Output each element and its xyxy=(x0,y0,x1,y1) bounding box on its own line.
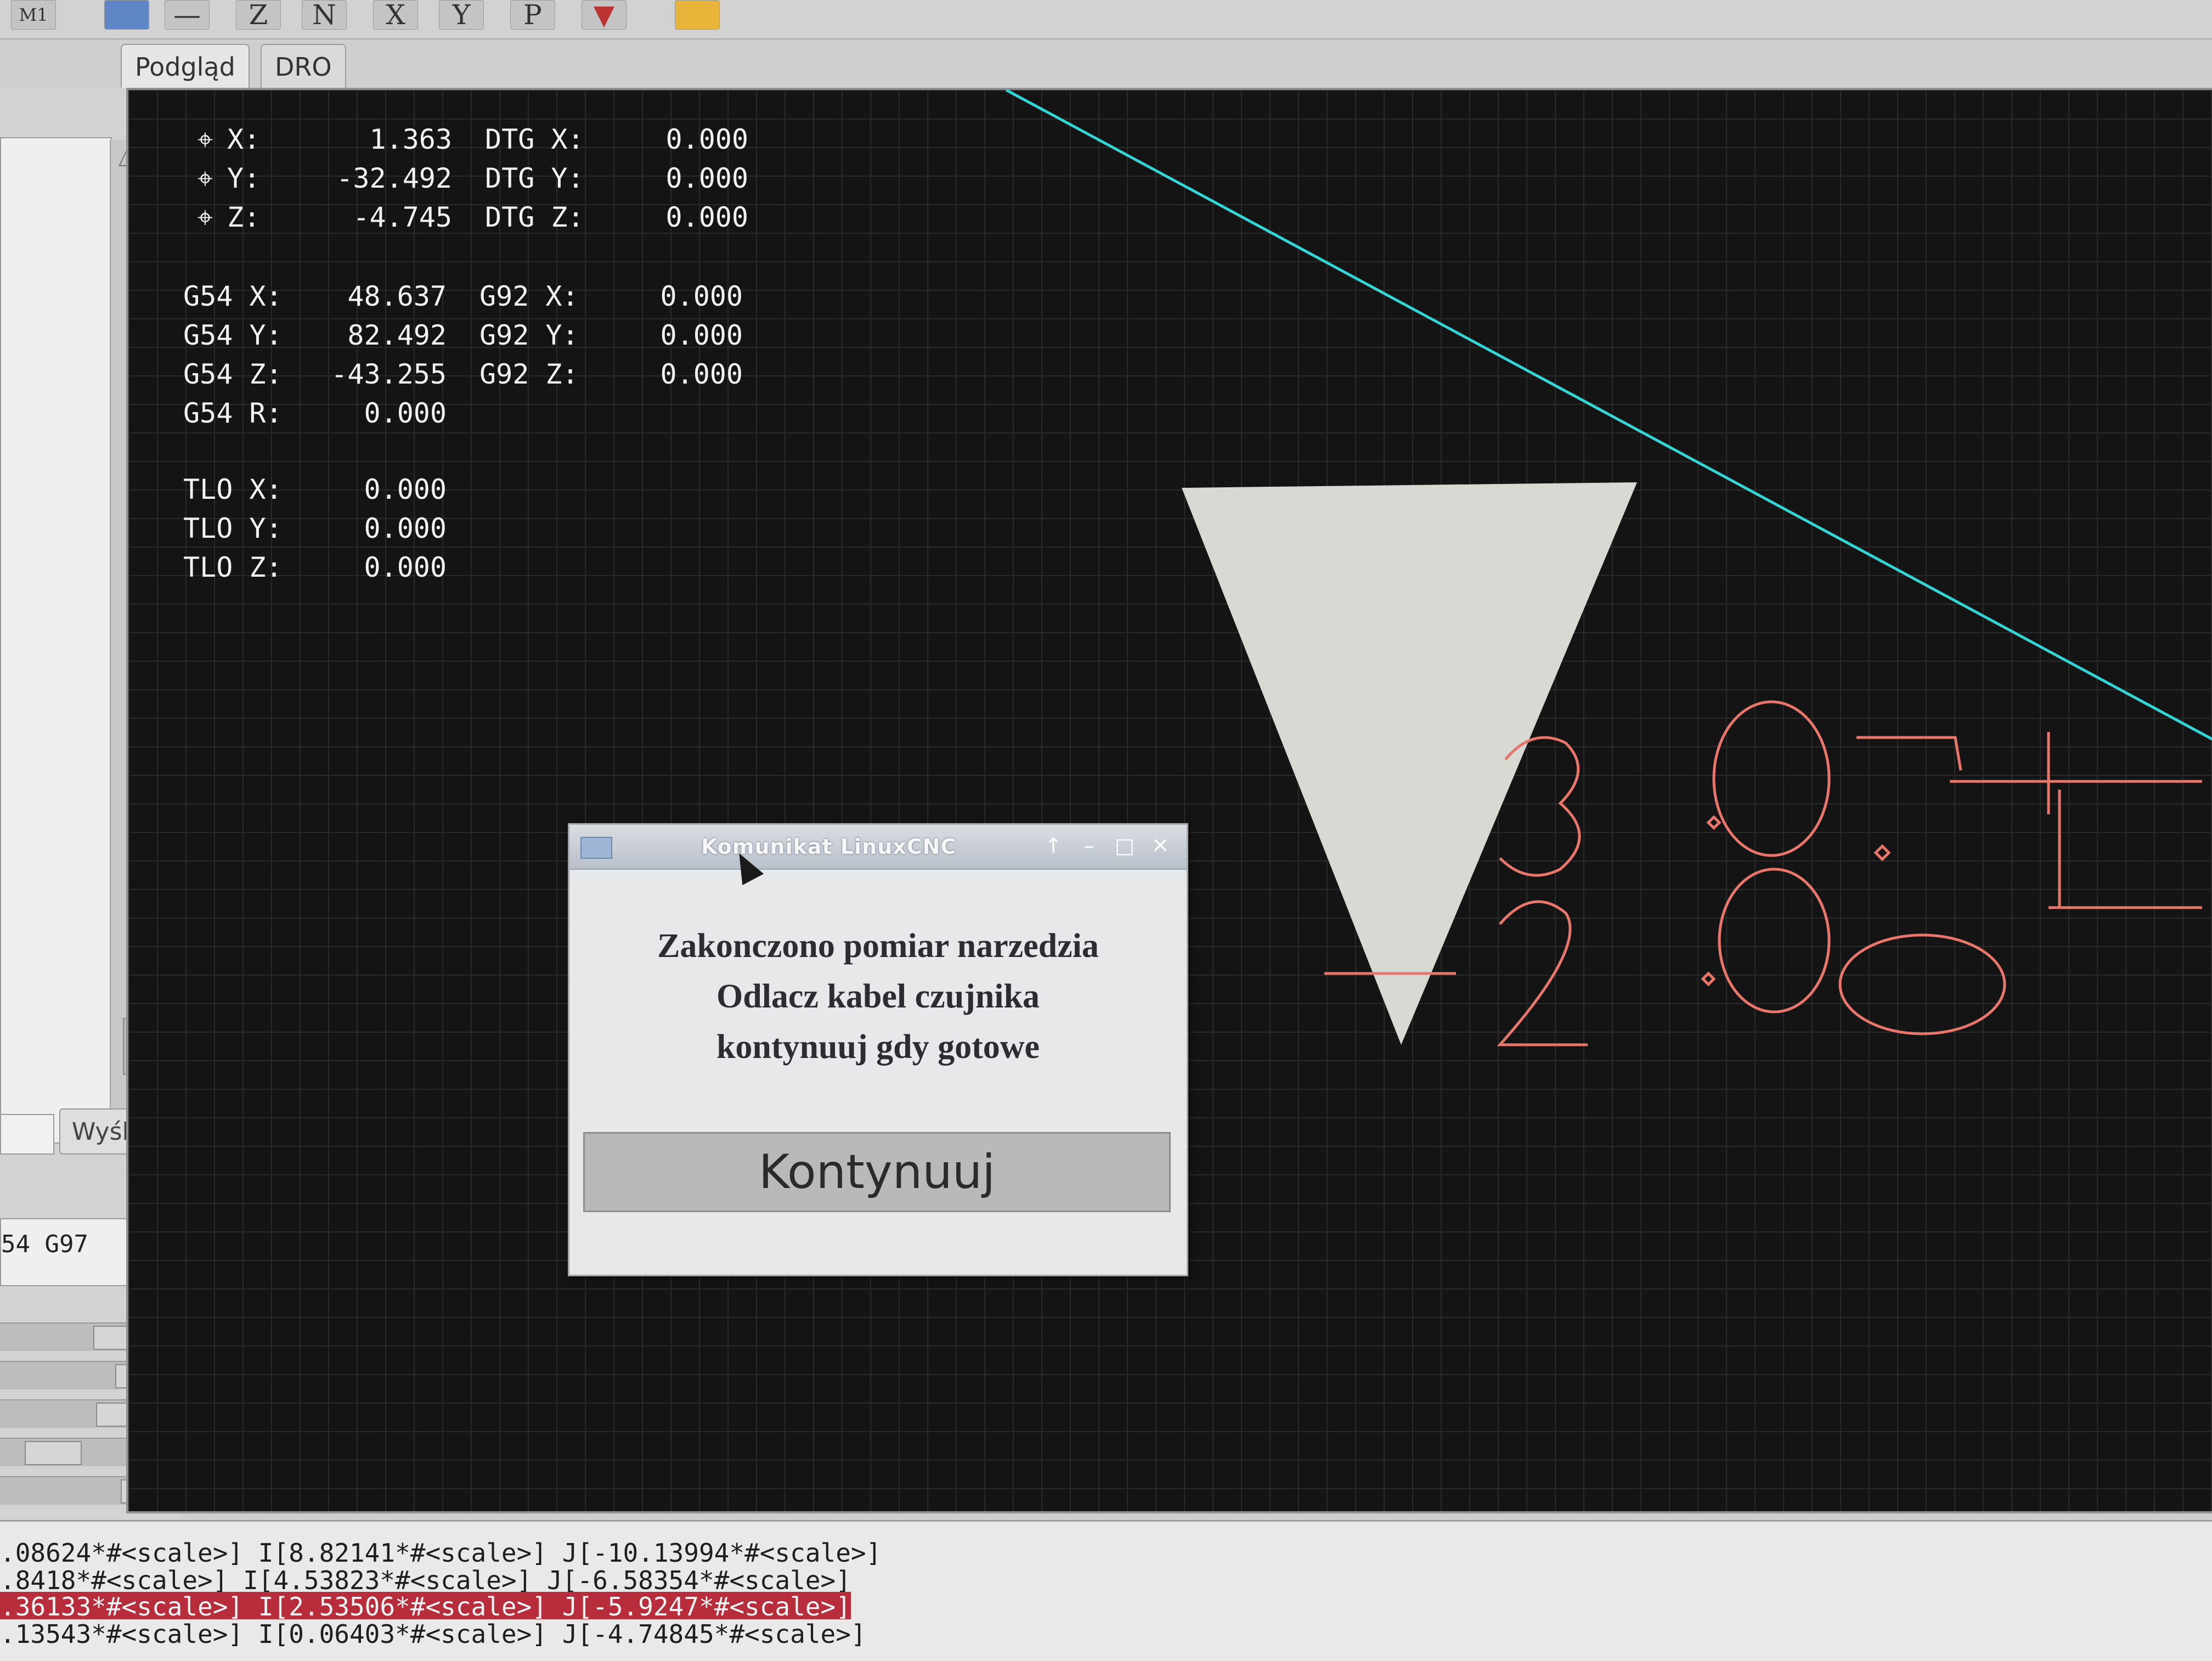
offset-label: G54 X: xyxy=(183,280,283,312)
m1-label: M1 xyxy=(19,4,48,25)
gcode-line[interactable]: .8418*#<scale>] I[4.53823*#<scale>] J[-6… xyxy=(0,1566,851,1595)
dro-row: TLO X: 0.000 xyxy=(183,470,748,509)
dro-row: G54 R: 0.000 xyxy=(183,394,748,433)
g92-value: 0.000 xyxy=(660,280,743,312)
g92-label: G92 Y: xyxy=(479,319,579,351)
offset-label: G54 Y: xyxy=(183,319,283,351)
axis-label: Z: xyxy=(227,201,261,233)
g92-label: G92 X: xyxy=(479,280,579,312)
offset-value: -43.255 xyxy=(331,358,447,390)
dro-row: G54 X: 48.637 G92 X: 0.000 xyxy=(183,277,748,316)
dialog-message-line: Zakonczono pomiar narzedzia xyxy=(657,927,1099,965)
continue-button-label: Kontynuuj xyxy=(758,1145,996,1200)
dialog-titlebar[interactable]: Komunikat LinuxCNC ↑ – □ ✕ xyxy=(569,825,1187,870)
shade-icon[interactable]: ↑ xyxy=(1041,834,1065,858)
dialog-message-line: Odlacz kabel czujnika xyxy=(716,978,1040,1015)
message-dialog: Komunikat LinuxCNC ↑ – □ ✕ Zakonczono po… xyxy=(568,823,1188,1276)
dtg-value: 0.000 xyxy=(665,123,748,155)
window-icon[interactable] xyxy=(580,837,612,859)
minus-icon[interactable]: — xyxy=(165,0,210,31)
dro-row: ⌖ Z: -4.745 DTG Z: 0.000 xyxy=(183,198,748,237)
g92-value: 0.000 xyxy=(660,358,743,390)
dialog-message-line: kontynuuj gdy gotowe xyxy=(716,1028,1040,1066)
crosshair-icon: ⌖ xyxy=(197,201,213,233)
dro-overlay: ⌖ X: 1.363 DTG X: 0.000 ⌖ Y: -32.492 DTG… xyxy=(183,120,748,587)
tlo-value: 0.000 xyxy=(364,513,447,544)
gcode-line-current[interactable]: .36133*#<scale>] I[2.53506*#<scale>] J[-… xyxy=(0,1592,851,1621)
view-y-label: Y xyxy=(452,0,471,31)
g92-label: G92 Z: xyxy=(479,358,579,390)
offset-label: G54 R: xyxy=(183,397,283,429)
mdi-input[interactable] xyxy=(0,1114,54,1155)
gcode-listing[interactable]: .08624*#<scale>] I[8.82141*#<scale>] J[-… xyxy=(0,1520,2212,1661)
tab-preview-label: Podgląd xyxy=(135,52,235,82)
view-x-icon[interactable]: X xyxy=(373,0,418,31)
view-z-label: Z xyxy=(249,0,268,31)
view-p-label: P xyxy=(523,0,542,31)
tab-dro-label: DRO xyxy=(275,52,332,82)
axis-value: -32.492 xyxy=(336,162,452,194)
dro-row: G54 Y: 82.492 G92 Y: 0.000 xyxy=(183,316,748,355)
close-icon[interactable]: ✕ xyxy=(1148,834,1172,858)
active-codes-text: 54 G97 xyxy=(1,1230,88,1258)
crosshair-icon: ⌖ xyxy=(197,162,213,194)
dtg-label: DTG Z: xyxy=(485,201,584,233)
dtg-label: DTG X: xyxy=(485,123,584,155)
cone-icon[interactable]: ▼ xyxy=(582,0,627,31)
tool-cone xyxy=(1182,482,1637,1045)
dtg-value: 0.000 xyxy=(665,201,748,233)
axis-value: -4.745 xyxy=(353,201,452,233)
tlo-label: TLO Y: xyxy=(183,513,283,544)
dtg-label: DTG Y: xyxy=(485,162,584,194)
minimize-icon[interactable]: – xyxy=(1077,834,1101,858)
tab-preview[interactable]: Podgląd xyxy=(121,44,250,89)
offset-value: 82.492 xyxy=(347,319,447,351)
offset-value: 0.000 xyxy=(364,397,447,429)
blue-arrow-icon[interactable] xyxy=(104,0,149,30)
tab-dro[interactable]: DRO xyxy=(261,44,346,89)
dtg-value: 0.000 xyxy=(665,162,748,194)
view-x-label: X xyxy=(386,0,405,31)
axis-label: X: xyxy=(227,123,261,155)
view-n-label: N xyxy=(312,0,336,31)
maximize-icon[interactable]: □ xyxy=(1113,834,1137,858)
machine-limit-line xyxy=(1005,90,2212,741)
g92-value: 0.000 xyxy=(660,319,743,351)
offset-label: G54 Z: xyxy=(183,358,283,390)
slider-handle[interactable] xyxy=(25,1441,82,1465)
toolbar: M1 — Z N X Y P ▼ xyxy=(0,0,2212,40)
view-p-icon[interactable]: P xyxy=(510,0,555,31)
dialog-message: Zakonczono pomiar narzedzia Odlacz kabel… xyxy=(569,921,1187,1072)
axis-value: 1.363 xyxy=(369,123,452,155)
axis-label: Y: xyxy=(227,162,261,194)
dro-row: ⌖ X: 1.363 DTG X: 0.000 xyxy=(183,120,748,159)
dro-row: TLO Y: 0.000 xyxy=(183,509,748,548)
program-list[interactable] xyxy=(0,137,112,1144)
dro-row: G54 Z: -43.255 G92 Z: 0.000 xyxy=(183,355,748,394)
view-z-icon[interactable]: Z xyxy=(236,0,281,31)
tlo-label: TLO X: xyxy=(183,474,283,505)
view-y-icon[interactable]: Y xyxy=(439,0,484,31)
m1-icon[interactable]: M1 xyxy=(11,0,56,30)
preview-canvas[interactable]: ⌖ X: 1.363 DTG X: 0.000 ⌖ Y: -32.492 DTG… xyxy=(126,88,2212,1513)
gcode-line[interactable]: .08624*#<scale>] I[8.82141*#<scale>] J[-… xyxy=(0,1538,881,1568)
gcode-line[interactable]: .13543*#<scale>] I[0.06403*#<scale>] J[-… xyxy=(0,1619,866,1649)
dro-row: TLO Z: 0.000 xyxy=(183,548,748,587)
crosshair-icon: ⌖ xyxy=(197,123,213,155)
dro-row: ⌖ Y: -32.492 DTG Y: 0.000 xyxy=(183,159,748,198)
folder-icon[interactable] xyxy=(675,0,720,30)
tlo-label: TLO Z: xyxy=(183,551,283,583)
view-n-icon[interactable]: N xyxy=(302,0,347,31)
offset-value: 48.637 xyxy=(347,280,447,312)
continue-button[interactable]: Kontynuuj xyxy=(583,1132,1171,1212)
tlo-value: 0.000 xyxy=(364,551,447,583)
tlo-value: 0.000 xyxy=(364,474,447,505)
